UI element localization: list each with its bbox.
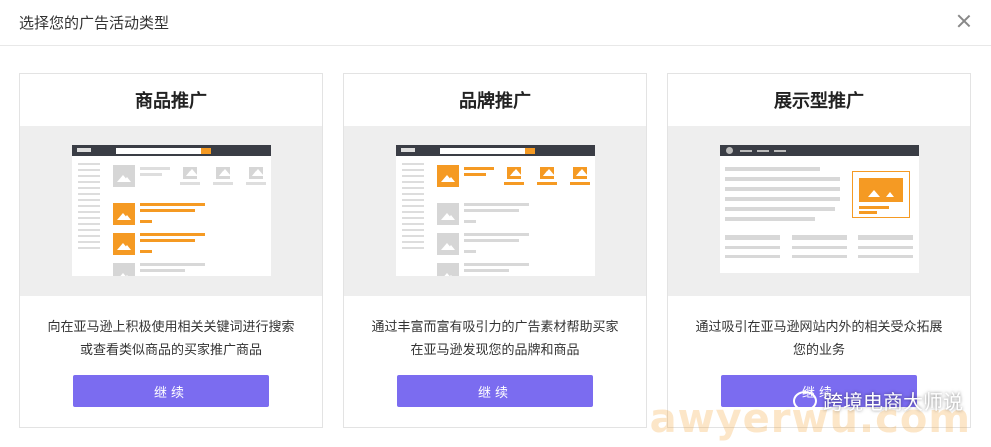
image-placeholder-icon: [437, 165, 459, 187]
card-description: 向在亚马逊上积极使用相关关键词进行搜索或查看类似商品的买家推广商品: [47, 320, 295, 358]
image-placeholder-icon: [113, 263, 135, 276]
card-title: 品牌推广: [459, 91, 531, 112]
continue-button-sponsored-display[interactable]: 继续: [721, 375, 917, 407]
image-placeholder-icon: [437, 263, 459, 276]
card-title: 展示型推广: [774, 91, 864, 112]
card-sponsored-display[interactable]: 展示型推广 通过吸引在亚马逊网站内外的相关受众拓展您的业务 继续: [667, 73, 971, 428]
image-placeholder-icon: [573, 167, 589, 179]
image-placeholder-icon: [437, 233, 459, 255]
preview-screen: [720, 145, 919, 273]
image-placeholder-icon: [113, 233, 135, 255]
dialog-title: 选择您的广告活动类型: [19, 14, 170, 32]
card-sponsored-products[interactable]: 商品推广 向在亚马逊上积极使用相关关键词进行搜索或查看类似商品的买家推广商品 继…: [19, 73, 323, 428]
campaign-type-cards: 商品推广 向在亚马逊上积极使用相关关键词进行搜索或查看类似商品的买家推广商品 继…: [19, 73, 971, 428]
image-placeholder-icon: [216, 167, 232, 179]
image-placeholder-icon: [113, 165, 135, 187]
preview-screen: [72, 145, 271, 276]
continue-button-sponsored-products[interactable]: 继续: [73, 375, 269, 407]
card-sponsored-brands[interactable]: 品牌推广 通过丰富而富有吸引力的广告素材帮助买家在亚马逊发现您的品牌和商品 继续: [343, 73, 647, 428]
campaign-type-dialog: 选择您的广告活动类型 商品推广 向在亚马逊上积极使用相关关键词进行搜索或查看类似…: [0, 0, 991, 447]
card-description: 通过丰富而富有吸引力的广告素材帮助买家在亚马逊发现您的品牌和商品: [371, 320, 619, 358]
close-icon[interactable]: [955, 12, 973, 30]
dialog-header: 选择您的广告活动类型: [0, 0, 991, 46]
image-placeholder-icon: [249, 167, 265, 179]
sponsored-products-preview: [20, 126, 322, 296]
display-ad-box: [852, 171, 910, 218]
sponsored-brands-preview: [344, 126, 646, 296]
preview-screen: [396, 145, 595, 276]
image-placeholder-icon: [437, 203, 459, 225]
image-placeholder-icon: [113, 203, 135, 225]
continue-button-sponsored-brands[interactable]: 继续: [397, 375, 593, 407]
image-placeholder-icon: [859, 178, 903, 202]
card-title: 商品推广: [135, 91, 207, 112]
card-description: 通过吸引在亚马逊网站内外的相关受众拓展您的业务: [695, 320, 943, 358]
image-placeholder-icon: [183, 167, 199, 179]
image-placeholder-icon: [507, 167, 523, 179]
image-placeholder-icon: [540, 167, 556, 179]
sponsored-display-preview: [668, 126, 970, 296]
